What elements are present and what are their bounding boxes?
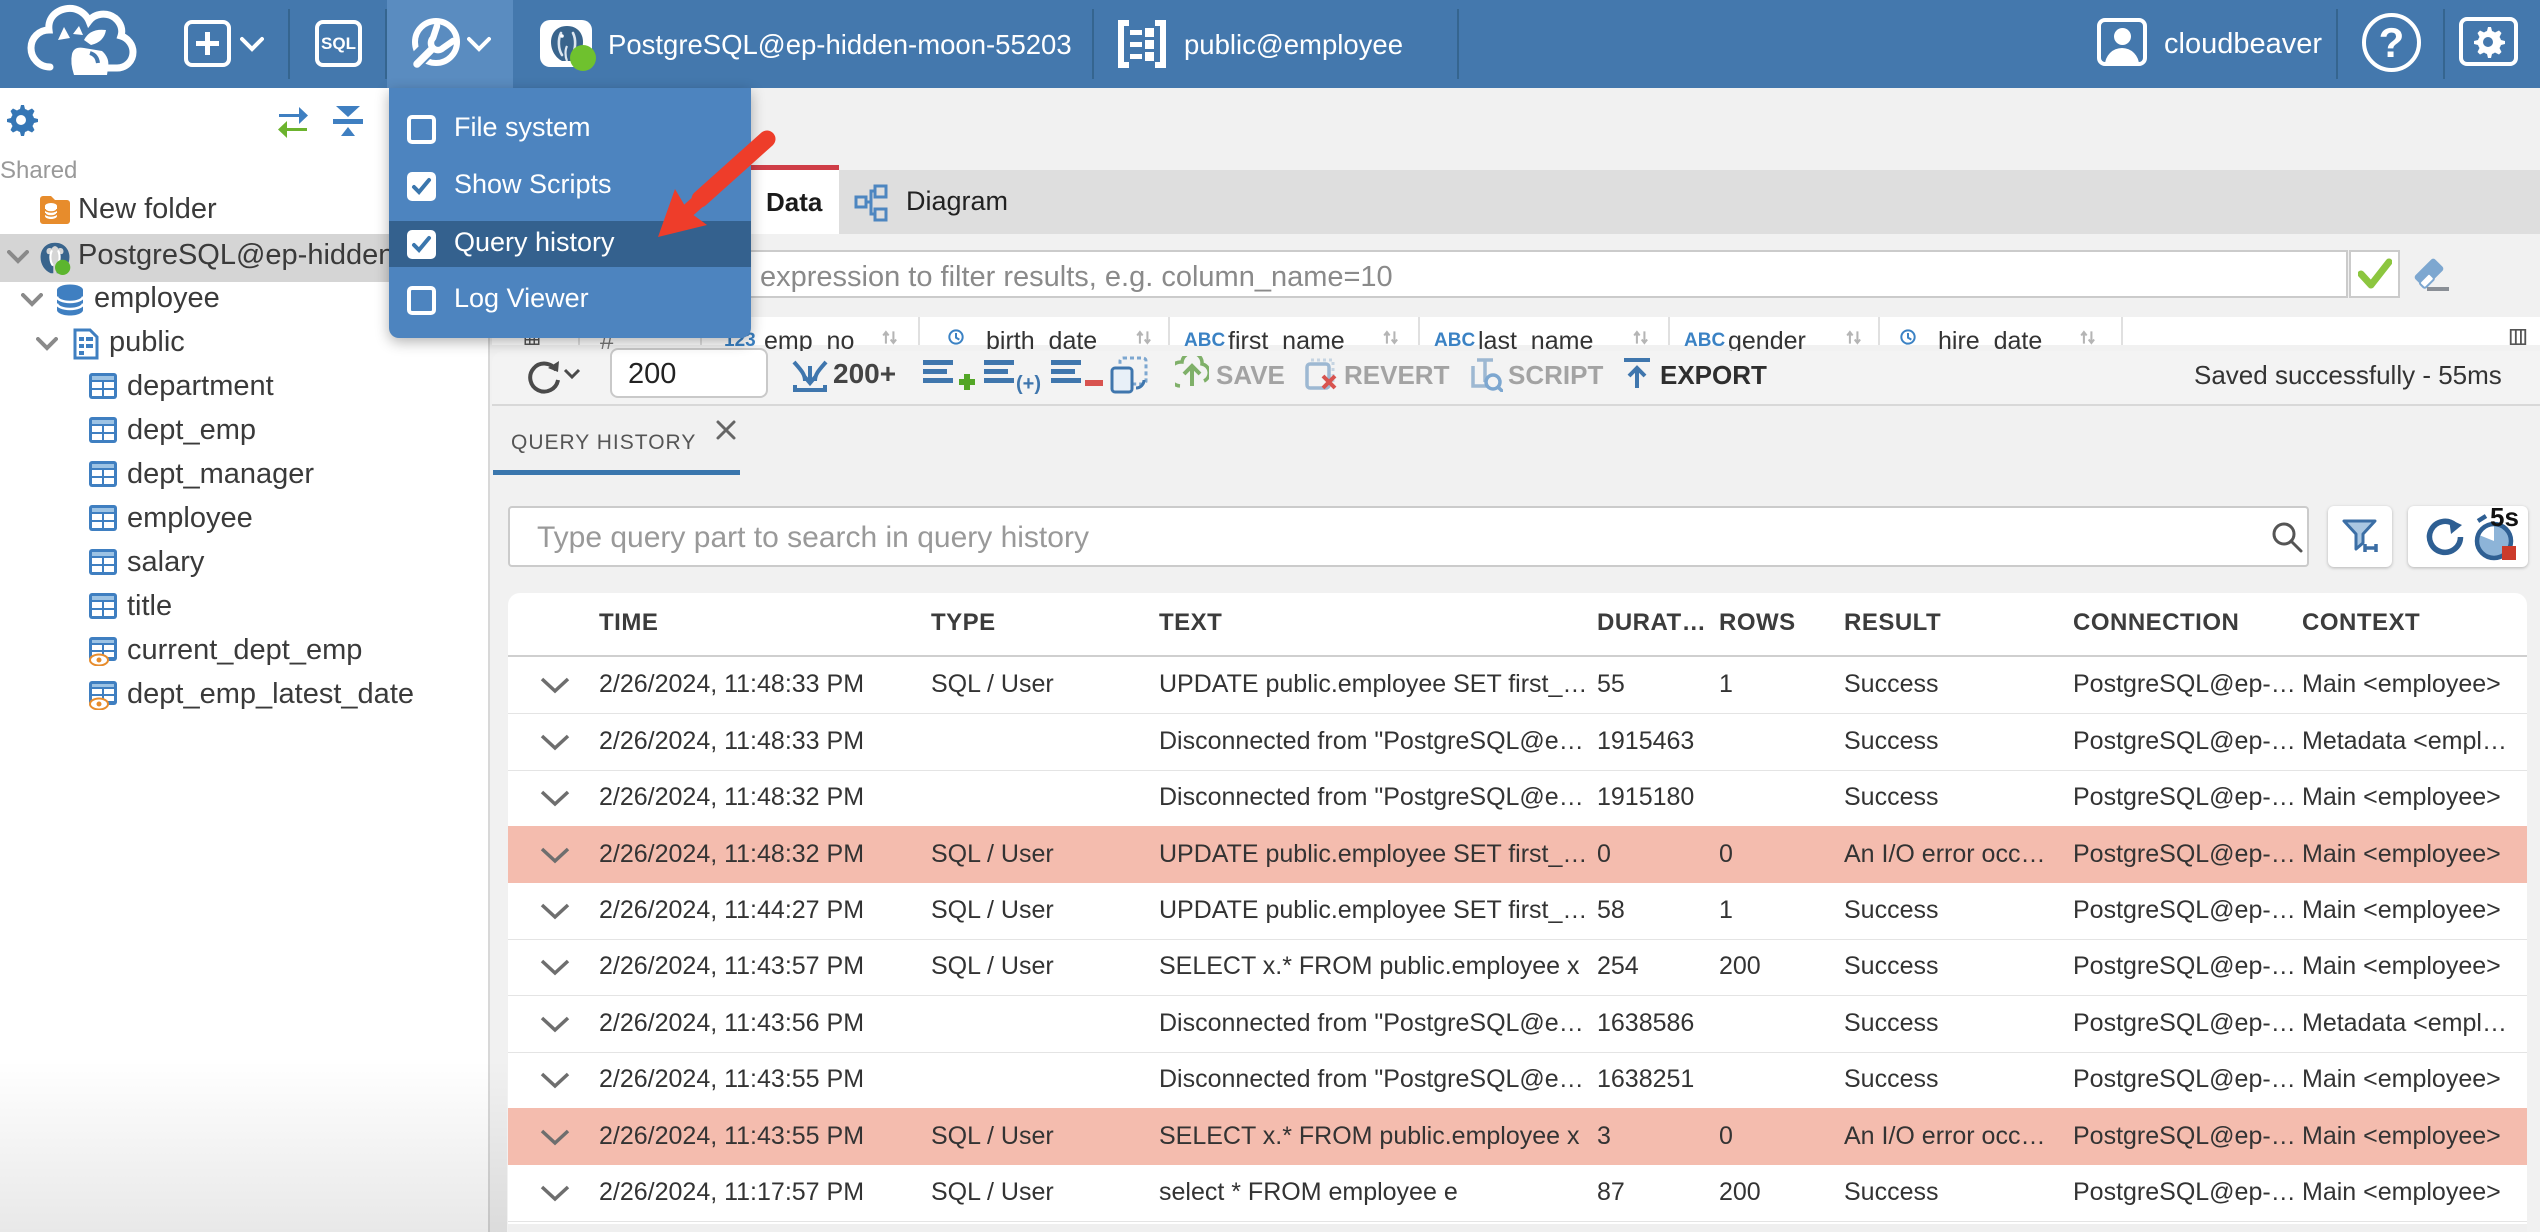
svg-text:(+): (+) bbox=[1016, 373, 1041, 394]
